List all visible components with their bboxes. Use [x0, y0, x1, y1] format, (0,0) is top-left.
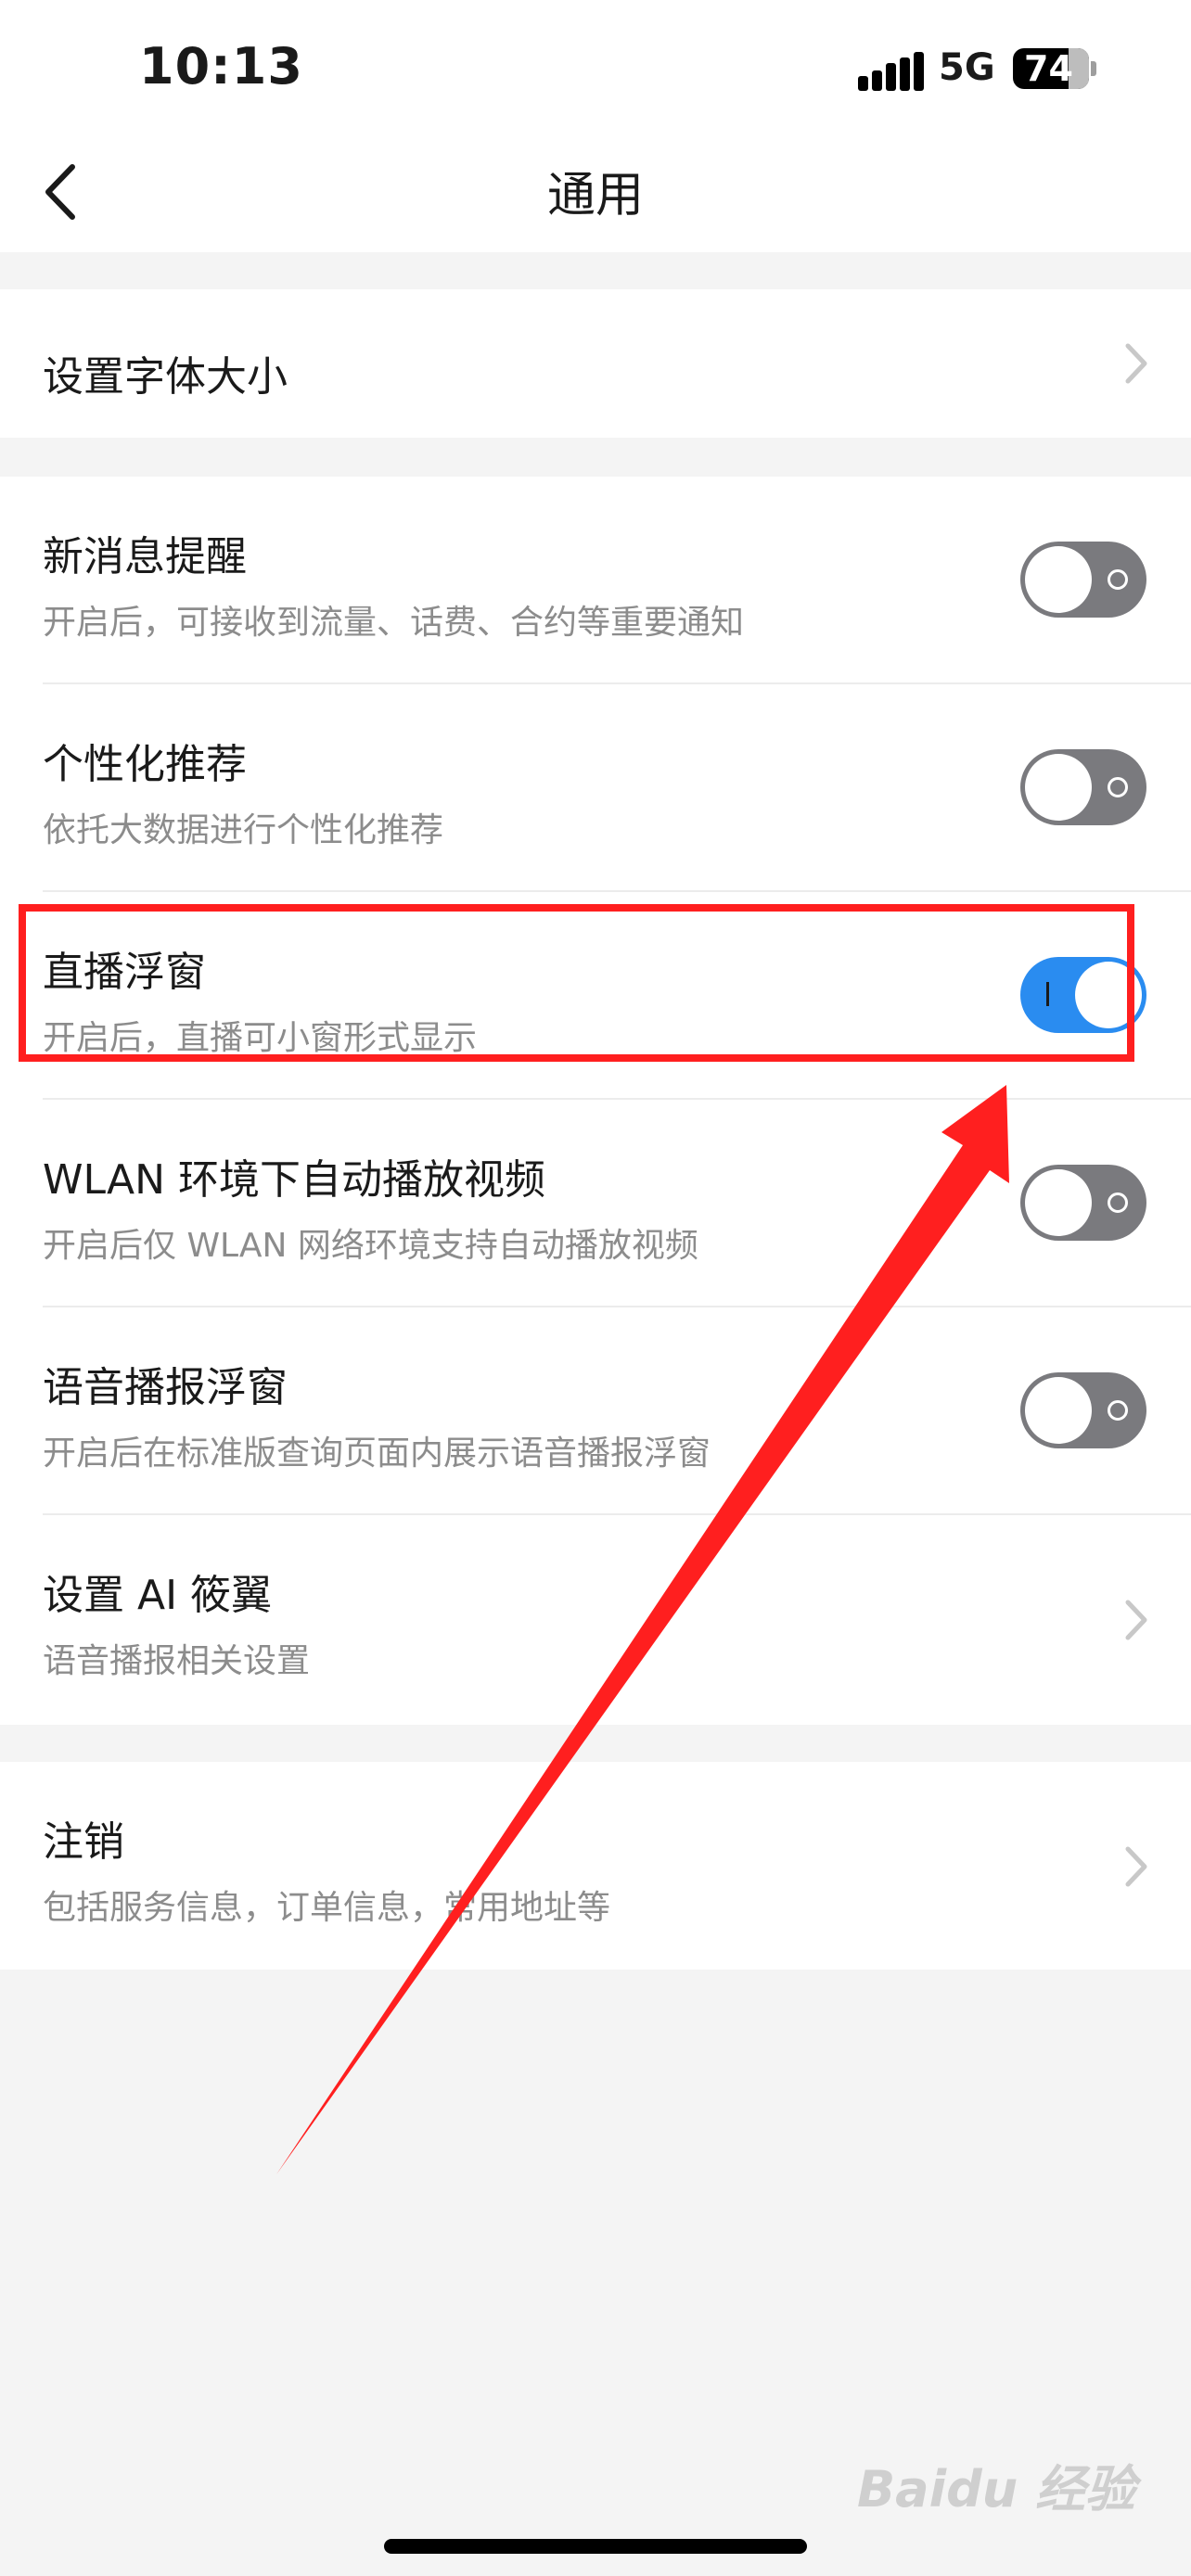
status-bar: 10:13 5G 74 — [0, 0, 1191, 139]
row-title: 个性化推荐 — [43, 741, 247, 788]
toggle-knob — [1025, 1377, 1092, 1444]
toggle-off-indicator-icon — [1108, 1400, 1128, 1421]
settings-row-new-message-alert[interactable]: 新消息提醒 开启后，可接收到流量、话费、合约等重要通知 — [0, 477, 1191, 684]
battery-tip-icon — [1091, 61, 1096, 76]
row-subtitle: 开启后仅 WLAN 网络环境支持自动播放视频 — [43, 1227, 698, 1265]
chevron-right-icon — [1125, 343, 1147, 384]
chevron-right-icon — [1125, 1846, 1147, 1887]
toggle-knob — [1025, 546, 1092, 613]
voice-broadcast-window-toggle[interactable] — [1020, 1372, 1146, 1448]
row-title: 注销 — [43, 1818, 124, 1866]
row-title: 语音播报浮窗 — [43, 1364, 288, 1411]
chevron-right-icon — [1125, 1600, 1147, 1640]
settings-group-account: 注销 包括服务信息，订单信息，常用地址等 — [0, 1762, 1191, 1970]
row-subtitle: 语音播报相关设置 — [43, 1642, 311, 1680]
home-indicator[interactable] — [384, 2539, 807, 2554]
settings-row-font-size[interactable]: 设置字体大小 — [0, 289, 1191, 438]
highlight-annotation-box — [19, 904, 1134, 1062]
row-title: 设置字体大小 — [43, 353, 288, 401]
personalized-recommendation-toggle[interactable] — [1020, 749, 1146, 825]
row-subtitle: 开启后在标准版查询页面内展示语音播报浮窗 — [43, 1435, 711, 1473]
row-title: WLAN 环境下自动播放视频 — [43, 1156, 546, 1204]
settings-row-wlan-autoplay[interactable]: WLAN 环境下自动播放视频 开启后仅 WLAN 网络环境支持自动播放视频 — [0, 1100, 1191, 1307]
network-type-label: 5G — [939, 46, 995, 89]
cellular-signal-icon — [858, 52, 927, 91]
row-title: 新消息提醒 — [43, 533, 247, 580]
settings-row-voice-broadcast-window[interactable]: 语音播报浮窗 开启后在标准版查询页面内展示语音播报浮窗 — [0, 1307, 1191, 1515]
new-message-alert-toggle[interactable] — [1020, 542, 1146, 618]
battery-level-text: 74 — [1024, 48, 1073, 89]
toggle-knob — [1025, 1169, 1092, 1236]
settings-row-personalized-recommendation[interactable]: 个性化推荐 依托大数据进行个性化推荐 — [0, 684, 1191, 892]
battery-icon: 74 — [1013, 48, 1089, 89]
settings-group-display: 设置字体大小 — [0, 289, 1191, 438]
status-time: 10:13 — [139, 37, 303, 96]
row-subtitle: 包括服务信息，订单信息，常用地址等 — [43, 1889, 611, 1927]
settings-row-ai-assistant[interactable]: 设置 AI 筱翼 语音播报相关设置 — [0, 1515, 1191, 1723]
page-title: 通用 — [546, 168, 644, 223]
wlan-autoplay-toggle[interactable] — [1020, 1165, 1146, 1241]
toggle-off-indicator-icon — [1108, 569, 1128, 590]
toggle-off-indicator-icon — [1108, 777, 1128, 797]
toggle-knob — [1025, 754, 1092, 821]
row-subtitle: 开启后，可接收到流量、话费、合约等重要通知 — [43, 604, 745, 642]
row-subtitle: 依托大数据进行个性化推荐 — [43, 811, 444, 849]
toggle-off-indicator-icon — [1108, 1192, 1128, 1213]
baidu-watermark: Baidu 经验 — [856, 2460, 1135, 2519]
row-title: 设置 AI 筱翼 — [43, 1572, 273, 1619]
settings-row-cancel-account[interactable]: 注销 包括服务信息，订单信息，常用地址等 — [0, 1762, 1191, 1970]
nav-bar: 通用 — [0, 139, 1191, 252]
settings-group-notifications: 新消息提醒 开启后，可接收到流量、话费、合约等重要通知 个性化推荐 依托大数据进… — [0, 477, 1191, 1725]
